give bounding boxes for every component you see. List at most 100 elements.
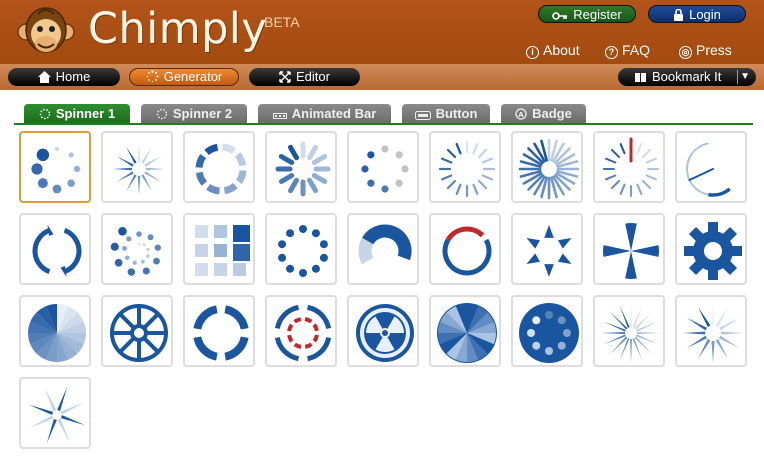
bookmark-button[interactable]: Bookmark It ▼ <box>618 68 756 86</box>
spinner-thumbnail[interactable] <box>183 131 255 203</box>
spinner-thumbnail[interactable] <box>19 377 91 449</box>
spinner-thumbnail[interactable] <box>101 131 173 203</box>
petals-spinner-icon <box>275 141 331 197</box>
spinner-thumbnail[interactable] <box>429 213 501 285</box>
dots-circle-spinner-icon <box>31 147 81 194</box>
bookmark-label: Bookmark It <box>652 69 722 84</box>
spinner-thumbnail[interactable] <box>675 295 747 367</box>
button-icon <box>414 111 431 120</box>
login-button[interactable]: Login <box>648 5 746 23</box>
spiral-dots-spinner-icon <box>110 227 161 276</box>
square-blocks-spinner-icon <box>195 225 250 276</box>
triangles-spinner-icon <box>526 225 572 277</box>
shaded-pie-spinner-icon <box>437 303 497 363</box>
spinner-thumbnail[interactable] <box>265 131 337 203</box>
badge-icon: A <box>515 108 527 120</box>
spinner-thumbnail[interactable] <box>347 131 419 203</box>
tab-button[interactable]: Button <box>402 104 490 123</box>
about-link[interactable]: i About <box>526 42 580 59</box>
chevron-down-icon[interactable]: ▼ <box>740 68 750 86</box>
about-label: About <box>543 42 580 58</box>
register-button[interactable]: Register <box>538 5 636 23</box>
arc-sweep-spinner-icon <box>686 142 731 197</box>
spinner-icon <box>156 108 168 120</box>
faq-link[interactable]: ? FAQ <box>605 42 650 59</box>
fan-wedges-spinner-icon <box>28 304 86 362</box>
expand-icon <box>279 71 291 83</box>
spinner-thumbnail[interactable] <box>347 213 419 285</box>
spinner-thumbnail[interactable] <box>593 131 665 203</box>
spinner-thumbnail[interactable] <box>347 295 419 367</box>
faq-label: FAQ <box>622 42 651 58</box>
spinner-thumbnail[interactable] <box>593 213 665 285</box>
dots-gray-spinner-icon <box>361 145 409 193</box>
spinner-thumbnail[interactable] <box>19 131 91 203</box>
star-wedges-spinner-icon <box>113 143 165 195</box>
brand-title[interactable]: Chimply <box>88 4 267 54</box>
pinwheel-spinner-icon <box>28 386 86 444</box>
tab-label: Badge <box>532 106 572 121</box>
spinner-thumbnail[interactable] <box>183 295 255 367</box>
dense-lines-spinner-icon <box>518 138 580 200</box>
wheel-spokes-spinner-icon <box>110 304 168 362</box>
red-arc-spinner-icon <box>442 226 492 276</box>
spinner-thumbnail[interactable] <box>675 131 747 203</box>
pinwheel-blades-spinner-icon <box>603 223 659 279</box>
spinner-icon <box>146 70 159 83</box>
home-label: Home <box>55 69 91 84</box>
spinner-thumbnail[interactable] <box>183 213 255 285</box>
chimply-app: Chimply BETA Register Login i About ? FAQ … <box>0 0 764 456</box>
dotted-disc-spinner-icon <box>519 303 579 363</box>
tab-spinner-2[interactable]: Spinner 2 <box>141 104 247 123</box>
tab-label: Animated Bar <box>291 106 377 121</box>
tab-label: Spinner 1 <box>55 106 116 121</box>
light-fan-spinner-icon <box>683 303 743 363</box>
svg-text:A: A <box>518 111 524 119</box>
chimp-logo-icon[interactable] <box>16 4 76 60</box>
tab-label: Button <box>435 106 478 121</box>
press-label: Press <box>696 42 732 58</box>
book-icon <box>635 73 646 82</box>
editor-label: Editor <box>296 69 330 84</box>
spinner-thumbnail[interactable] <box>593 295 665 367</box>
spinner-thumbnail[interactable] <box>19 295 91 367</box>
lock-icon <box>674 8 684 21</box>
spinner-thumbnail[interactable] <box>429 295 501 367</box>
gear-spinner-icon <box>684 222 742 280</box>
spinner-thumbnail[interactable] <box>265 213 337 285</box>
editor-button[interactable]: Editor <box>249 68 360 86</box>
spinner-thumbnail[interactable] <box>511 213 583 285</box>
home-button[interactable]: Home <box>8 68 120 86</box>
tab-animated-bar[interactable]: Animated Bar <box>258 104 391 123</box>
bar-icon <box>272 113 287 119</box>
dashed-ring-spinner-icon <box>195 143 247 195</box>
spinner-thumbnail[interactable] <box>511 295 583 367</box>
spinner-icon <box>39 108 51 120</box>
generator-label: Generator <box>163 69 223 84</box>
site-header: Chimply BETA Register Login i About ? FAQ … <box>0 0 764 64</box>
spinner-thumbnail[interactable] <box>675 213 747 285</box>
lines-red-hand-spinner-icon <box>603 137 659 197</box>
spinner-thumbnail[interactable] <box>101 295 173 367</box>
thick-arc-spinner-icon <box>358 224 412 265</box>
press-link[interactable]: ◎ Press <box>679 42 732 59</box>
ring-dots-spinner-icon <box>278 225 328 277</box>
spinner-thumbnail[interactable] <box>265 295 337 367</box>
beta-badge: BETA <box>264 14 300 30</box>
tab-badge[interactable]: A Badge <box>501 104 586 123</box>
spinner-thumbnail[interactable] <box>429 131 501 203</box>
login-label: Login <box>689 7 721 22</box>
tab-label: Spinner 2 <box>172 106 233 121</box>
tab-spinner-1[interactable]: Spinner 1 <box>24 104 130 123</box>
main-navbar: Home Generator Editor Bookmark It ▼ <box>0 64 764 90</box>
spinner-thumbnail[interactable] <box>511 131 583 203</box>
segmented-ring-spinner-icon <box>193 305 249 361</box>
target-ring-spinner-icon <box>274 304 332 362</box>
tab-underline <box>14 123 753 125</box>
spinner-thumbnail[interactable] <box>19 213 91 285</box>
generator-button[interactable]: Generator <box>129 68 239 86</box>
press-icon: ◎ <box>679 46 692 59</box>
key-icon <box>552 12 568 20</box>
spinner-thumbnail[interactable] <box>101 213 173 285</box>
thin-lines-spinner-icon <box>438 140 496 198</box>
